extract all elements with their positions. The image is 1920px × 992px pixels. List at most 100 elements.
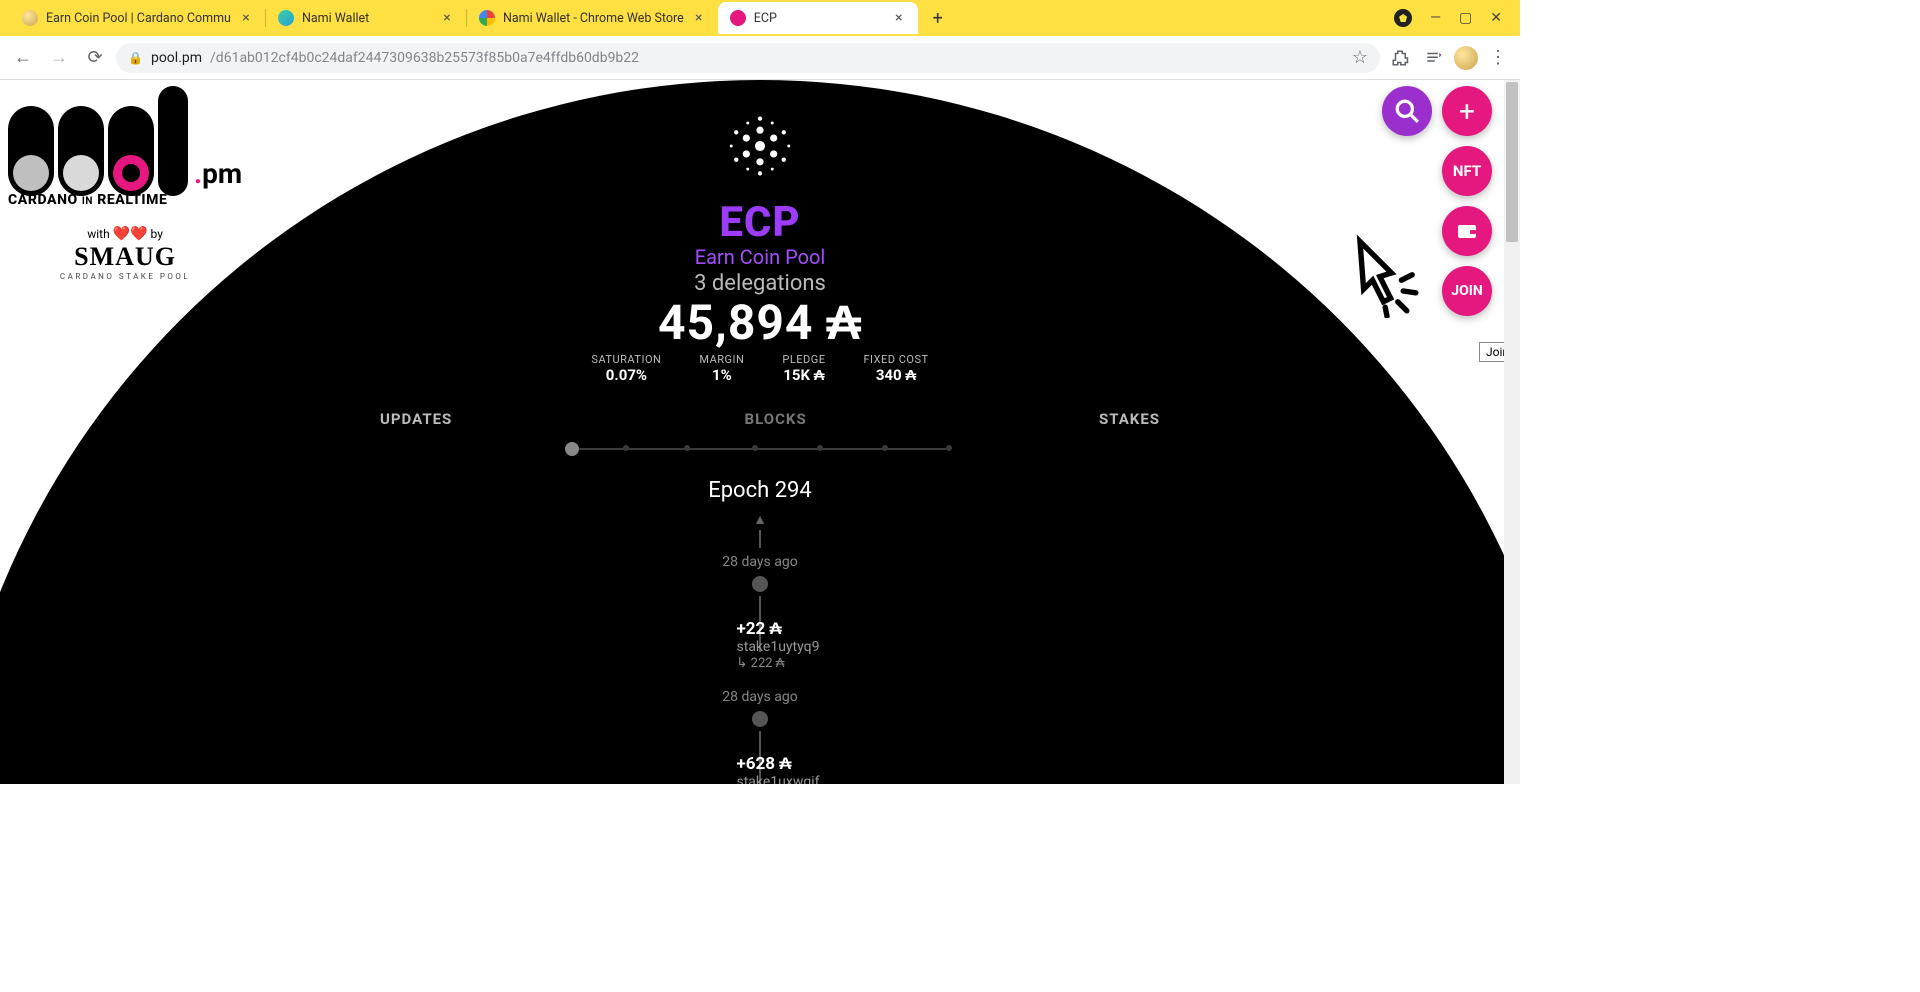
maximize-icon[interactable]: ▢	[1459, 10, 1472, 26]
add-button[interactable]: +	[1442, 86, 1492, 136]
close-icon[interactable]: ×	[440, 11, 454, 25]
pool-name[interactable]: Earn Coin Pool	[380, 245, 1140, 269]
slider-tick	[684, 445, 690, 451]
stat-value: 1%	[699, 366, 744, 384]
pool-stats: SATURATION 0.07% MARGIN 1% PLEDGE 15K ₳ …	[380, 353, 1140, 384]
bookmark-star-icon[interactable]: ☆	[1352, 47, 1368, 68]
tab-updates[interactable]: UPDATES	[380, 410, 452, 428]
tab-blocks[interactable]: BLOCKS	[745, 410, 807, 428]
search-icon	[1394, 98, 1420, 124]
browser-tab-3[interactable]: ECP ×	[718, 2, 918, 34]
scrollbar[interactable]	[1504, 80, 1520, 784]
stat-saturation: SATURATION 0.07%	[591, 353, 661, 384]
tab-title: ECP	[754, 11, 884, 26]
stat-label: SATURATION	[591, 353, 661, 366]
logo-letter-l-icon	[158, 86, 188, 196]
wallet-icon	[1455, 219, 1479, 243]
profile-avatar[interactable]	[1454, 46, 1478, 70]
logo-letter-o-icon	[58, 106, 104, 196]
extensions-icon[interactable]	[1386, 44, 1414, 72]
close-icon[interactable]: ×	[892, 11, 906, 25]
logo-letter-o-icon	[108, 106, 154, 196]
close-icon[interactable]: ×	[239, 11, 253, 25]
event-address[interactable]: stake1uxwqjf	[736, 774, 819, 784]
timeline-node-icon	[752, 711, 768, 727]
stat-label: PLEDGE	[782, 353, 825, 366]
new-tab-button[interactable]: +	[924, 4, 952, 32]
tab-stakes[interactable]: STAKES	[1099, 410, 1160, 428]
browser-tab-2[interactable]: Nami Wallet - Chrome Web Store ×	[467, 2, 718, 34]
minimize-icon[interactable]: —	[1430, 10, 1441, 26]
sponsor-with: with ❤️❤️ by	[8, 226, 242, 242]
shield-icon[interactable]	[1394, 9, 1412, 27]
tab-strip: Earn Coin Pool | Cardano Commu × Nami Wa…	[0, 0, 1520, 36]
logo-letter-p-icon	[8, 106, 54, 196]
join-button[interactable]: JOIN	[1442, 266, 1492, 316]
arrow-up-icon: ▲	[380, 511, 1140, 528]
page-content: ECP Earn Coin Pool 3 delegations 45,894 …	[0, 80, 1520, 784]
slider-knob[interactable]	[565, 442, 579, 456]
slider-tick	[623, 445, 629, 451]
event-time: 28 days ago	[380, 689, 1140, 705]
favicon-icon	[278, 10, 294, 26]
cursor-click-icon	[1342, 228, 1432, 318]
epoch-label: Epoch 294	[380, 478, 1140, 503]
pool-ticker: ECP	[380, 198, 1140, 247]
timeline-line	[759, 530, 761, 548]
url-domain: pool.pm	[151, 50, 202, 66]
wallet-button[interactable]	[1442, 206, 1492, 256]
event-amount: +22 ₳	[737, 619, 820, 639]
stat-pledge: PLEDGE 15K ₳	[782, 353, 825, 384]
plus-icon: +	[1459, 95, 1475, 128]
forward-button[interactable]: →	[44, 43, 74, 73]
sponsor-logo[interactable]: with ❤️❤️ by SMAUG CARDANO STAKE POOL	[8, 226, 242, 281]
sponsor-subtitle: CARDANO STAKE POOL	[8, 272, 242, 281]
event-balance: ↳ 222 ₳	[737, 655, 820, 671]
logo-pool: .pm	[8, 86, 242, 196]
logo-pm: .pm	[194, 157, 242, 190]
stat-fixed-cost: FIXED COST 340 ₳	[863, 353, 928, 384]
address-bar[interactable]: 🔒 pool.pm/d61ab012cf4b0c24daf2447309638b…	[116, 43, 1380, 73]
sponsor-name: SMAUG	[8, 242, 242, 272]
slider-tick	[882, 445, 888, 451]
event-amount: +628 ₳	[736, 754, 819, 774]
tab-title: Nami Wallet	[302, 11, 432, 26]
scrollbar-thumb[interactable]	[1506, 82, 1518, 242]
stat-margin: MARGIN 1%	[699, 353, 744, 384]
slider-tick	[946, 445, 952, 451]
site-logo[interactable]: .pm CARDANO IN REALTIME with ❤️❤️ by SMA…	[8, 86, 242, 281]
window-controls: — ▢ ✕	[1394, 9, 1520, 27]
stat-label: FIXED COST	[863, 353, 928, 366]
timeline-event: 28 days ago +22 ₳ stake1uytyq9 ↳ 222 ₳	[380, 554, 1140, 671]
event-address[interactable]: stake1uytyq9	[737, 639, 820, 655]
event-time: 28 days ago	[380, 554, 1140, 570]
browser-tab-0[interactable]: Earn Coin Pool | Cardano Commu ×	[10, 2, 265, 34]
pool-delegations: 3 delegations	[380, 271, 1140, 296]
favicon-icon	[479, 10, 495, 26]
stat-value: 340 ₳	[863, 366, 928, 384]
slider-tick	[752, 445, 758, 451]
kebab-menu-icon[interactable]: ⋮	[1484, 47, 1512, 68]
reading-list-icon[interactable]	[1420, 44, 1448, 72]
lock-icon: 🔒	[128, 51, 143, 65]
nft-button[interactable]: NFT	[1442, 146, 1492, 196]
stat-label: MARGIN	[699, 353, 744, 366]
slider-tick	[817, 445, 823, 451]
stat-value: 15K ₳	[782, 366, 825, 384]
pool-header: ECP Earn Coin Pool 3 delegations 45,894 …	[380, 110, 1140, 784]
close-window-icon[interactable]: ✕	[1490, 10, 1502, 26]
browser-tab-1[interactable]: Nami Wallet ×	[266, 2, 466, 34]
epoch-slider[interactable]	[570, 442, 950, 456]
timeline-event: 28 days ago +628 ₳ stake1uxwqjf ↳ 15,654…	[380, 689, 1140, 784]
browser-toolbar: ← → ⟳ 🔒 pool.pm/d61ab012cf4b0c24daf24473…	[0, 36, 1520, 80]
pool-stake-amount: 45,894	[380, 294, 1140, 351]
reload-button[interactable]: ⟳	[80, 43, 110, 73]
close-icon[interactable]: ×	[692, 11, 706, 25]
tab-title: Nami Wallet - Chrome Web Store	[503, 11, 684, 26]
tab-title: Earn Coin Pool | Cardano Commu	[46, 11, 231, 26]
stat-value: 0.07%	[591, 366, 661, 384]
url-path: /d61ab012cf4b0c24daf2447309638b25573f85b…	[210, 50, 639, 66]
back-button[interactable]: ←	[8, 43, 38, 73]
search-button[interactable]	[1382, 86, 1432, 136]
heart-icon: ❤️❤️	[113, 226, 148, 242]
